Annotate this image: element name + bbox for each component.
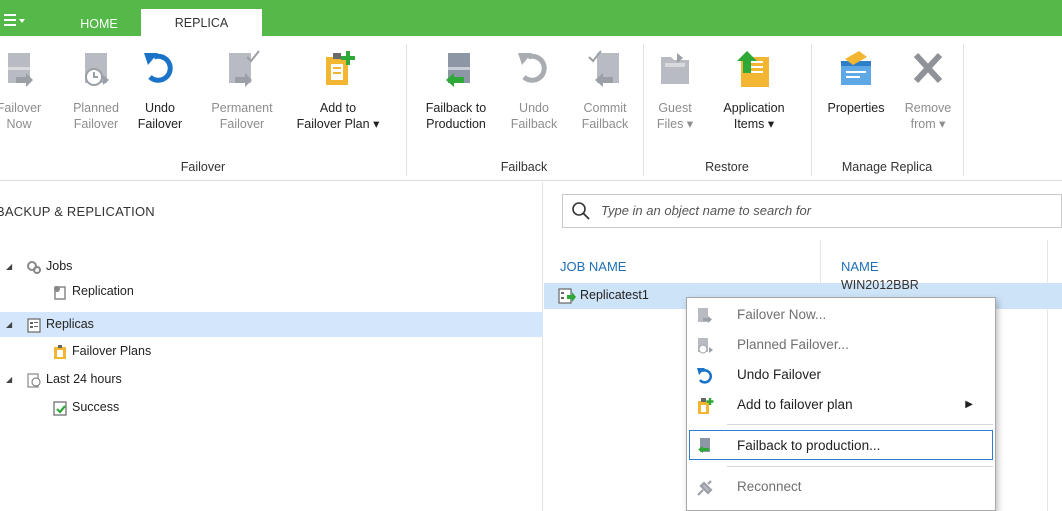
planned-failover-icon (77, 47, 115, 95)
failback-to-production-icon (695, 436, 715, 454)
group-label-failback: Failback (500, 160, 548, 174)
failover-now-icon (2, 47, 36, 95)
add-to-plan-icon (318, 47, 358, 95)
tree-item-replicas[interactable]: ◢ Replicas (0, 312, 543, 337)
menu-item-planned-failover[interactable]: Planned Failover... (689, 330, 993, 360)
menu-separator (727, 466, 993, 467)
search-icon (571, 201, 591, 224)
context-menu: Failover Now... Planned Failover... Undo… (686, 297, 996, 511)
column-separator[interactable] (1047, 240, 1048, 511)
search-input[interactable]: Type in an object name to search for (562, 194, 1062, 228)
tree-item-failover-plans[interactable]: Failover Plans (0, 339, 543, 364)
last-24-hours-icon (26, 372, 42, 388)
menu-item-failback-to-production[interactable]: Failback to production... (689, 430, 993, 460)
group-label-failover: Failover (180, 160, 226, 174)
reconnect-icon (695, 478, 715, 496)
title-bar: HOME REPLICA (0, 0, 1062, 37)
undo-failover-icon (695, 366, 715, 384)
menu-item-add-to-failover-plan[interactable]: Add to failover plan ▶ (689, 390, 993, 420)
failback-to-production-icon (436, 47, 476, 95)
menu-item-failover-now[interactable]: Failover Now... (689, 300, 993, 330)
tree-item-last-24-hours[interactable]: ◢ Last 24 hours (0, 367, 543, 392)
name-cell: WIN2012BBR (841, 278, 919, 292)
tree-item-jobs[interactable]: ◢ Jobs (0, 254, 543, 279)
ribbon-separator (811, 44, 812, 176)
ribbon-separator (406, 44, 407, 176)
menu-item-undo-failover[interactable]: Undo Failover (689, 360, 993, 390)
commit-failback-icon (585, 47, 625, 95)
column-header-job-name[interactable]: JOB NAME (560, 259, 626, 274)
replicas-icon (26, 317, 42, 333)
failover-now-button[interactable]: Failover Now (0, 42, 44, 132)
ribbon-separator (643, 44, 644, 176)
menu-item-reconnect[interactable]: Reconnect (689, 472, 993, 502)
commit-failback-button[interactable]: Commit Failback (574, 42, 636, 132)
properties-icon (835, 47, 877, 95)
permanent-failover-button[interactable]: Permanent Failover (198, 42, 286, 132)
planned-failover-button[interactable]: Planned Failover (64, 42, 128, 132)
guest-files-icon (655, 47, 695, 95)
tab-replica[interactable]: REPLICA (141, 9, 262, 37)
ribbon-separator (963, 44, 964, 176)
hamburger-menu-icon[interactable] (4, 12, 34, 32)
application-items-icon (733, 47, 775, 95)
properties-button[interactable]: Properties (816, 42, 896, 116)
navigation-panel: BACKUP & REPLICATION ◢ Jobs Replication … (0, 182, 543, 511)
tree-item-replication[interactable]: Replication (0, 279, 543, 304)
failback-to-production-button[interactable]: Failback to Production (414, 42, 498, 132)
remove-icon (908, 47, 948, 95)
undo-failback-icon (514, 47, 554, 95)
add-to-failover-plan-button[interactable]: Add to Failover Plan ▾ (288, 42, 388, 132)
expand-arrow-icon[interactable]: ◢ (6, 367, 12, 392)
column-header-name[interactable]: NAME (841, 259, 879, 274)
permanent-failover-icon (223, 47, 261, 95)
success-icon (52, 400, 68, 416)
tab-home[interactable]: HOME (70, 13, 128, 36)
search-placeholder: Type in an object name to search for (601, 203, 812, 218)
menu-separator (727, 424, 993, 425)
replica-job-icon (558, 287, 576, 305)
planned-failover-icon (695, 336, 715, 354)
ribbon: Failover Now Planned Failover Undo Failo… (0, 36, 1062, 181)
failover-plans-icon (52, 344, 68, 359)
failover-now-icon (695, 306, 715, 324)
undo-failover-icon (140, 47, 180, 95)
section-title: BACKUP & REPLICATION (0, 204, 155, 219)
tree-item-success[interactable]: Success (0, 395, 543, 420)
remove-from-button[interactable]: Remove from ▾ (898, 42, 958, 132)
add-to-plan-icon (695, 396, 715, 414)
group-label-manage-replica: Manage Replica (841, 160, 933, 174)
replication-icon (52, 284, 68, 300)
expand-arrow-icon[interactable]: ◢ (6, 254, 12, 279)
undo-failover-button[interactable]: Undo Failover (130, 42, 190, 132)
job-name-cell: Replicatest1 (580, 288, 649, 302)
guest-files-button[interactable]: Guest Files ▾ (650, 42, 700, 132)
jobs-icon (26, 259, 42, 274)
expand-arrow-icon[interactable]: ◢ (6, 312, 12, 337)
application-items-button[interactable]: Application Items ▾ (706, 42, 802, 132)
submenu-arrow-icon: ▶ (965, 399, 973, 410)
group-label-restore: Restore (705, 160, 749, 174)
undo-failback-button[interactable]: Undo Failback (506, 42, 562, 132)
